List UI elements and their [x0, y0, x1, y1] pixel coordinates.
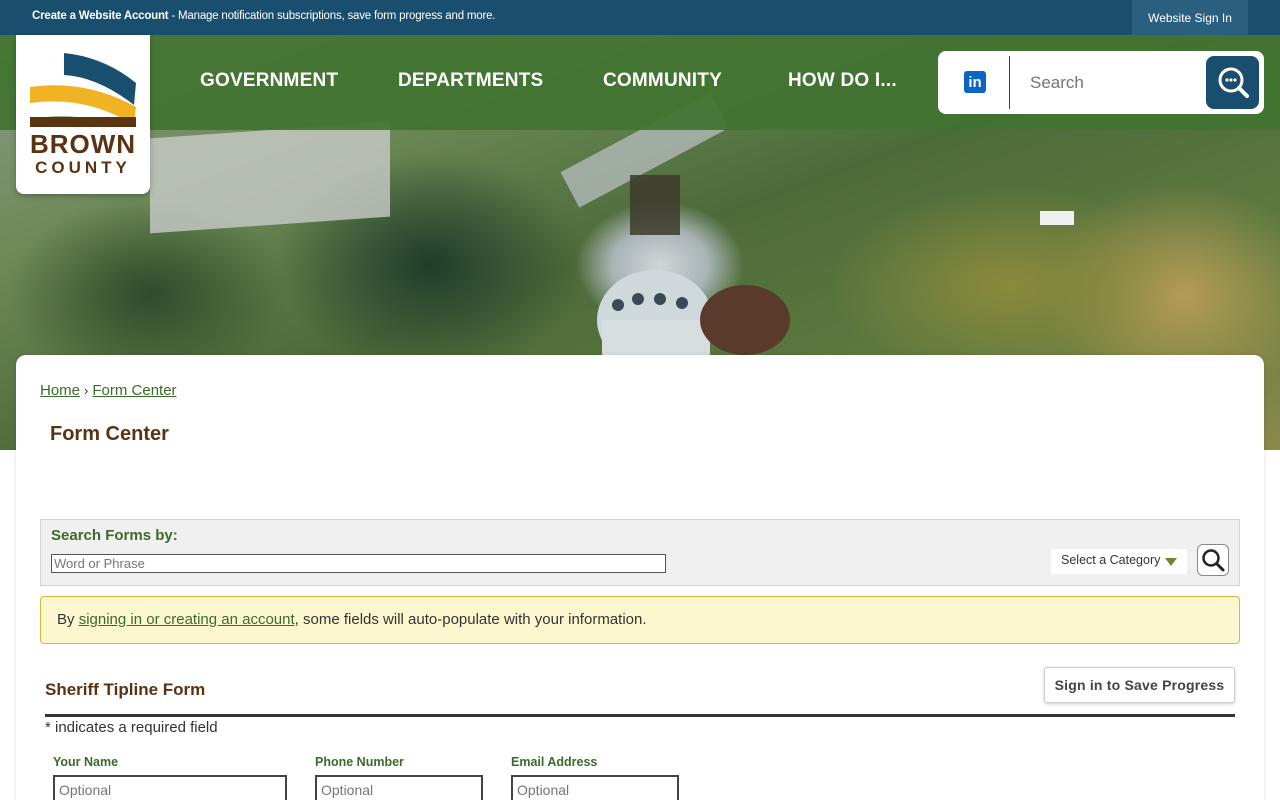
brown-county-logo[interactable]: BROWN COUNTY: [16, 35, 150, 194]
notice-suffix: , some fields will auto-populate with yo…: [294, 611, 647, 628]
required-field-note: * indicates a required field: [45, 719, 218, 736]
nav-community[interactable]: COMMUNITY: [603, 70, 722, 92]
breadcrumb: Home › Form Center: [40, 382, 177, 399]
search-forms-label: Search Forms by:: [51, 527, 178, 544]
nav-how-do-i[interactable]: HOW DO I...: [788, 70, 897, 92]
header-search-box: in: [938, 51, 1264, 114]
phone-number-label: Phone Number: [315, 755, 404, 769]
phone-number-input[interactable]: [315, 775, 483, 800]
breadcrumb-form-center[interactable]: Form Center: [92, 382, 176, 399]
nav-departments[interactable]: DEPARTMENTS: [398, 70, 543, 92]
save-progress-button[interactable]: Sign in to Save Progress: [1044, 667, 1235, 703]
create-account-description: - Manage notification subscriptions, sav…: [168, 10, 496, 22]
notice-prefix: By: [57, 611, 79, 628]
breadcrumb-home[interactable]: Home: [40, 382, 80, 399]
top-utility-bar: Create a Website Account - Manage notifi…: [0, 0, 1280, 35]
site-search-input[interactable]: [1030, 73, 1180, 93]
signin-notice: By signing in or creating an account, so…: [40, 596, 1240, 644]
create-account-link[interactable]: Create a Website Account: [32, 10, 169, 22]
email-address-input[interactable]: [511, 775, 679, 800]
forms-search-button[interactable]: [1197, 544, 1229, 576]
search-divider: [1009, 56, 1010, 109]
your-name-label: Your Name: [53, 755, 119, 769]
email-address-label: Email Address: [511, 755, 598, 769]
logo-mark-icon: [30, 53, 136, 127]
nav-government[interactable]: GOVERNMENT: [200, 70, 338, 92]
linkedin-icon[interactable]: in: [964, 71, 986, 93]
dropdown-arrow-icon: [1165, 558, 1177, 566]
site-search-button[interactable]: [1206, 56, 1259, 109]
forms-search-input[interactable]: [51, 554, 666, 573]
logo-county-text: COUNTY: [35, 158, 131, 177]
create-account-text: Create a Website Account - Manage notifi…: [32, 10, 495, 22]
form-title: Sheriff Tipline Form: [45, 680, 206, 699]
form-divider: [45, 714, 1235, 717]
signin-create-account-link[interactable]: signing in or creating an account: [79, 611, 295, 628]
category-select[interactable]: Select a Category: [1051, 549, 1187, 574]
your-name-input[interactable]: [53, 775, 287, 800]
logo-brown-text: BROWN: [29, 129, 137, 159]
website-sign-in-button[interactable]: Website Sign In: [1132, 0, 1248, 35]
search-forms-panel: Search Forms by: Select a Category: [40, 519, 1240, 586]
breadcrumb-separator: ›: [84, 383, 89, 398]
category-select-label: Select a Category: [1061, 553, 1161, 567]
page-title: Form Center: [50, 423, 169, 445]
search-icon: [1202, 549, 1225, 572]
search-icon: [1218, 67, 1249, 98]
